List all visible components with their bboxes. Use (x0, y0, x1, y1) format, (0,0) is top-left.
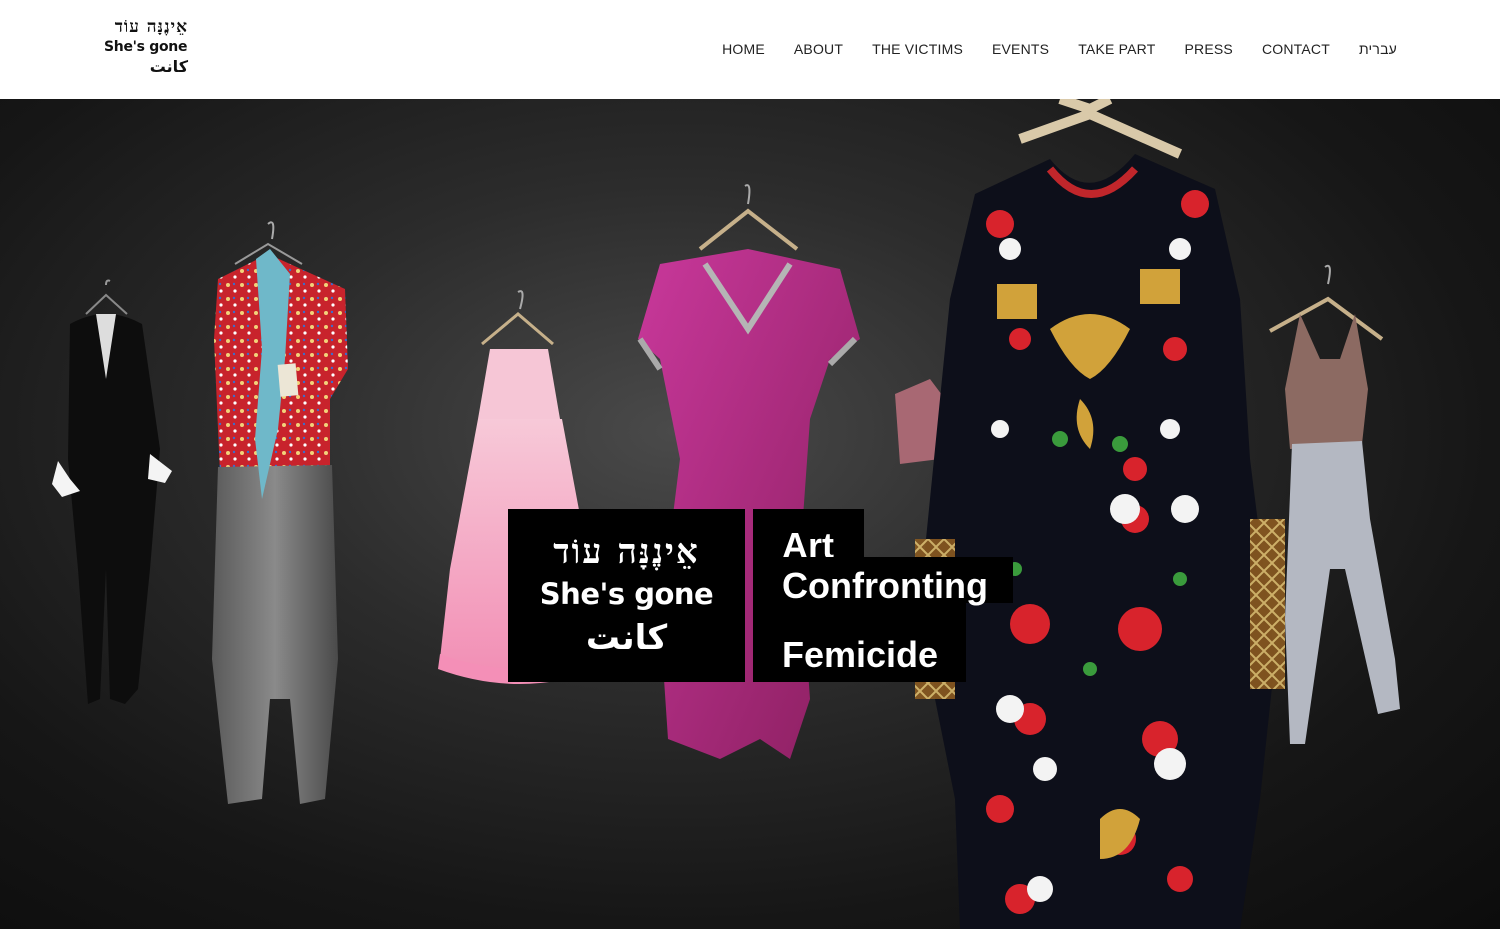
nav-hebrew-language[interactable]: עברית (1359, 41, 1397, 57)
hero-tagline: Art Confronting Femicide (753, 509, 1013, 682)
hero-title-english: She's gone (539, 576, 714, 611)
logo-arabic: كانت (149, 57, 188, 76)
nav-the-victims[interactable]: THE VICTIMS (872, 41, 963, 57)
tagline-line-3: Femicide (753, 631, 966, 682)
black-suit-garment (52, 279, 172, 704)
tagline-line-1: Art (753, 509, 864, 566)
hero-title-box: אֵינֶנָּה עוֹד She's gone كانت (508, 509, 745, 682)
nav-home[interactable]: HOME (722, 41, 765, 57)
nav-contact[interactable]: CONTACT (1262, 41, 1330, 57)
logo-english: She's gone (104, 39, 188, 55)
nav-press[interactable]: PRESS (1184, 41, 1232, 57)
hero-title-arabic: كانت (585, 617, 668, 658)
sequin-top-and-leggings-garment (1269, 264, 1400, 744)
main-nav: HOME ABOUT THE VICTIMS EVENTS TAKE PART … (722, 38, 1397, 60)
red-shirt-and-jeans-garment (212, 221, 348, 804)
nav-events[interactable]: EVENTS (992, 41, 1049, 57)
site-logo[interactable]: אֵינֶנָּה עוֹד She's gone كانت (104, 18, 194, 80)
hero-title-hebrew: אֵינֶנָּה עוֹד (553, 531, 700, 572)
nav-about[interactable]: ABOUT (794, 41, 843, 57)
logo-hebrew: אֵינֶנָּה עוֹד (114, 17, 188, 37)
tagline-line-2: Confronting (753, 557, 1013, 606)
hero-banner: אֵינֶנָּה עוֹד She's gone كانت Art Confr… (0, 99, 1500, 929)
site-header: אֵינֶנָּה עוֹד She's gone كانت HOME ABOU… (0, 0, 1500, 99)
nav-take-part[interactable]: TAKE PART (1078, 41, 1155, 57)
hero-clothing-illustration (52, 99, 1400, 929)
tagline-backdrop (753, 603, 966, 633)
